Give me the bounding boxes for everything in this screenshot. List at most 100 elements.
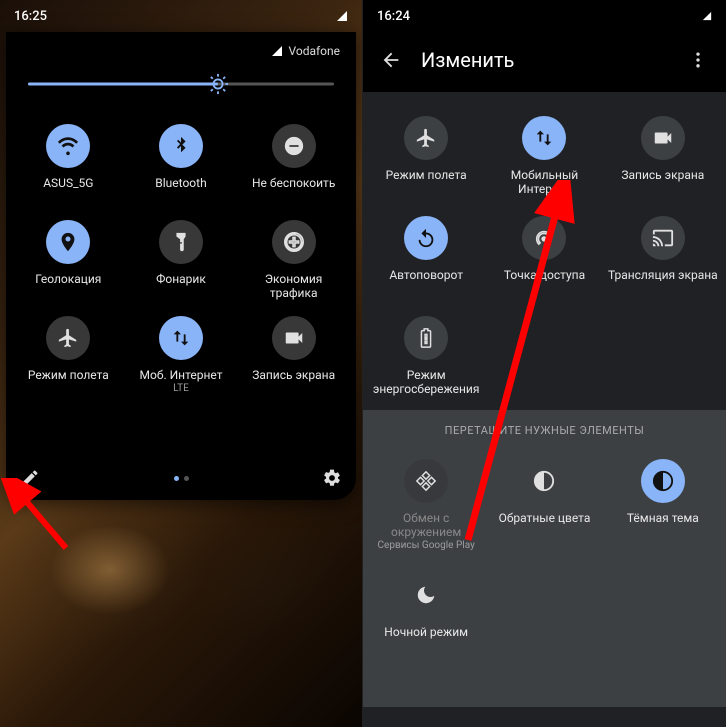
qs-tile-nearby[interactable]: Обмен с окружениемСервисы Google Play xyxy=(367,453,485,557)
edit-scroll-area[interactable]: Режим полета Мобильный Интернет Запись экр… xyxy=(363,92,726,727)
qs-tile-mobiledata[interactable]: Мобильный Интернет xyxy=(485,110,603,200)
cast-icon xyxy=(641,216,685,260)
phone-right: 16:24 Изменить Режим полета Мобильный Инт… xyxy=(363,0,726,727)
datasaver-icon xyxy=(272,220,316,264)
qs-footer xyxy=(16,464,346,492)
moon-icon xyxy=(404,573,448,617)
tile-label: Экономия трафика xyxy=(241,272,346,300)
page-dot xyxy=(184,476,189,481)
qs-tile-airplane[interactable]: Режим полета xyxy=(367,110,485,200)
qs-tile-airplane[interactable]: Режим полета xyxy=(12,310,125,398)
dnd-icon xyxy=(272,124,316,168)
signal-icon xyxy=(271,45,283,57)
statusbar-right: 16:24 xyxy=(363,0,726,32)
qs-tile-mobiledata[interactable]: Моб. ИнтернетLTE xyxy=(125,310,238,398)
qs-tile-rotate[interactable]: Автоповорот xyxy=(367,210,485,300)
tile-label: Геолокация xyxy=(35,272,101,300)
darktheme-icon xyxy=(641,459,685,503)
arrow-back-icon xyxy=(380,49,402,71)
invert-icon xyxy=(522,459,566,503)
tile-sublabel: Сервисы Google Play xyxy=(371,539,481,553)
tile-label: Режим энергосбережения xyxy=(371,368,481,396)
qs-tile-datasaver[interactable]: Экономия трафика xyxy=(237,214,350,302)
gear-icon xyxy=(322,468,342,488)
record-icon xyxy=(641,116,685,160)
edit-header: Изменить xyxy=(363,32,726,84)
tile-label: Ночной режим xyxy=(384,625,468,653)
qs-edit-panel: Изменить Режим полета Мобильный Интернет З… xyxy=(363,32,726,727)
qs-tile-flashlight[interactable]: Фонарик xyxy=(125,214,238,302)
pencil-icon xyxy=(20,468,40,488)
tile-sublabel: LTE xyxy=(140,382,223,396)
tile-label: Bluetooth xyxy=(155,176,206,204)
tile-label: ASUS_5G xyxy=(43,176,93,204)
tile-label: Трансляция экрана xyxy=(608,268,718,296)
edit-button[interactable] xyxy=(16,464,44,492)
qs-tile-hotspot[interactable]: Точка доступа xyxy=(485,210,603,300)
settings-button[interactable] xyxy=(318,464,346,492)
brightness-slider[interactable] xyxy=(6,66,356,110)
qs-tile-location[interactable]: Геолокация xyxy=(12,214,125,302)
tile-label: Режим полета xyxy=(28,368,109,396)
tile-label: Запись экрана xyxy=(621,168,704,196)
qs-tile-bluetooth[interactable]: Bluetooth xyxy=(125,118,238,206)
tile-label: Фонарик xyxy=(156,272,206,300)
tile-label: Тёмная тема xyxy=(627,511,699,539)
tile-label: Мобильный Интернет xyxy=(489,168,599,196)
tile-label: Обратные цвета xyxy=(499,511,591,539)
status-time: 16:25 xyxy=(14,9,47,24)
flashlight-icon xyxy=(159,220,203,264)
hotspot-icon xyxy=(522,216,566,260)
edit-inactive-section: ПЕРЕТАЩИТЕ НУЖНЫЕ ЭЛЕМЕНТЫ Обмен с окруж… xyxy=(363,410,726,707)
tile-label: Моб. ИнтернетLTE xyxy=(140,368,223,396)
signal-icon xyxy=(336,10,348,22)
qs-tile-battery[interactable]: Режим энергосбережения xyxy=(367,310,485,400)
carrier-name: Vodafone xyxy=(288,44,340,58)
qs-tile-record[interactable]: Запись экрана xyxy=(604,110,722,200)
airplane-icon xyxy=(404,116,448,160)
page-indicator xyxy=(44,476,318,481)
qs-tiles-grid: ASUS_5G Bluetooth Не беспокоить Геолокация Ф… xyxy=(6,110,356,398)
signal-icon xyxy=(702,11,712,21)
edit-title: Изменить xyxy=(421,48,668,72)
status-time: 16:24 xyxy=(377,9,410,24)
more-vert-icon xyxy=(688,50,708,70)
qs-tile-record[interactable]: Запись экрана xyxy=(237,310,350,398)
qs-tile-wifi[interactable]: ASUS_5G xyxy=(12,118,125,206)
record-icon xyxy=(272,316,316,360)
qs-tile-dnd[interactable]: Не беспокоить xyxy=(237,118,350,206)
drag-hint: ПЕРЕТАЩИТЕ НУЖНЫЕ ЭЛЕМЕНТЫ xyxy=(363,424,726,447)
qs-tile-darktheme[interactable]: Тёмная тема xyxy=(604,453,722,557)
battery-icon xyxy=(404,316,448,360)
mobiledata-icon xyxy=(522,116,566,160)
tile-label: Запись экрана xyxy=(252,368,335,396)
phone-left: 16:25 Vodafone ASUS_5G Bluetooth Не беспок… xyxy=(0,0,363,727)
edit-inactive-tiles: Обмен с окружениемСервисы Google Play Обр… xyxy=(363,447,726,667)
tile-label: Режим полета xyxy=(386,168,467,196)
qs-tile-invert[interactable]: Обратные цвета xyxy=(485,453,603,557)
nearby-icon xyxy=(404,459,448,503)
statusbar-left: 16:25 xyxy=(0,0,362,32)
qs-tile-moon[interactable]: Ночной режим xyxy=(367,567,485,657)
status-icons xyxy=(702,11,712,21)
bluetooth-icon xyxy=(159,124,203,168)
rotate-icon xyxy=(404,216,448,260)
qs-tile-cast[interactable]: Трансляция экрана xyxy=(604,210,722,300)
quick-settings-panel: Vodafone ASUS_5G Bluetooth Не беспокоить Ге… xyxy=(6,32,356,500)
edit-active-tiles: Режим полета Мобильный Интернет Запись экр… xyxy=(363,104,726,410)
mobiledata-icon xyxy=(159,316,203,360)
location-icon xyxy=(46,220,90,264)
status-icons xyxy=(336,10,348,22)
tile-label: Не беспокоить xyxy=(252,176,335,204)
wifi-icon xyxy=(46,124,90,168)
wallpaper-lamp xyxy=(20,480,340,727)
tile-label: Автоповорот xyxy=(389,268,463,296)
carrier-row: Vodafone xyxy=(6,40,356,66)
tile-label: Обмен с окружениемСервисы Google Play xyxy=(371,511,481,553)
brightness-thumb-icon[interactable] xyxy=(207,73,229,95)
more-button[interactable] xyxy=(684,46,712,74)
airplane-icon xyxy=(46,316,90,360)
page-dot xyxy=(174,476,179,481)
tile-label: Точка доступа xyxy=(504,268,585,296)
back-button[interactable] xyxy=(377,46,405,74)
